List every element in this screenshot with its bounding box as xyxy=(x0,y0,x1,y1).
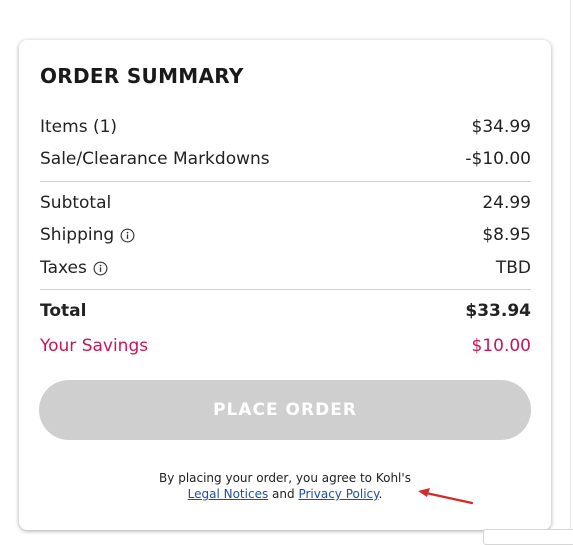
savings-row: Your Savings $10.00 xyxy=(40,334,531,358)
order-summary-card: ORDER SUMMARY Items (1) $34.99 Sale/Clea… xyxy=(19,40,551,530)
order-summary-title: ORDER SUMMARY xyxy=(40,64,244,88)
shipping-label: Shipping xyxy=(40,225,115,245)
place-order-button[interactable]: PLACE ORDER xyxy=(39,380,531,440)
divider xyxy=(40,289,531,290)
taxes-label-group: Taxes xyxy=(40,258,108,278)
shipping-label-group: Shipping xyxy=(40,225,135,245)
shipping-row: Shipping $8.95 xyxy=(40,223,531,247)
legal-notices-link[interactable]: Legal Notices xyxy=(188,487,269,501)
items-row: Items (1) $34.99 xyxy=(40,115,531,139)
shipping-value: $8.95 xyxy=(482,225,531,245)
subtotal-row: Subtotal 24.99 xyxy=(40,191,531,215)
red-arrow-annotation-icon xyxy=(418,488,474,505)
savings-label: Your Savings xyxy=(40,336,149,356)
markdowns-value: -$10.00 xyxy=(465,149,531,169)
page-edge-divider xyxy=(570,0,571,540)
total-value: $33.94 xyxy=(465,301,531,321)
legal-suffix: . xyxy=(378,487,383,501)
info-icon[interactable] xyxy=(93,261,108,276)
privacy-policy-link[interactable]: Privacy Policy xyxy=(298,487,378,501)
markdowns-label: Sale/Clearance Markdowns xyxy=(40,149,270,169)
total-label: Total xyxy=(40,301,87,321)
divider xyxy=(40,181,531,182)
items-label: Items (1) xyxy=(40,117,118,137)
total-row: Total $33.94 xyxy=(40,299,531,323)
taxes-value: TBD xyxy=(495,258,531,278)
taxes-row: Taxes TBD xyxy=(40,256,531,280)
info-icon[interactable] xyxy=(120,228,135,243)
and-text: and xyxy=(272,487,295,501)
items-value: $34.99 xyxy=(471,117,531,137)
taxes-label: Taxes xyxy=(40,258,87,278)
savings-value: $10.00 xyxy=(471,336,531,356)
markdowns-row: Sale/Clearance Markdowns -$10.00 xyxy=(40,147,531,171)
subtotal-label: Subtotal xyxy=(40,193,112,213)
subtotal-value: 24.99 xyxy=(482,193,531,213)
overlay-widget-edge xyxy=(483,529,573,545)
